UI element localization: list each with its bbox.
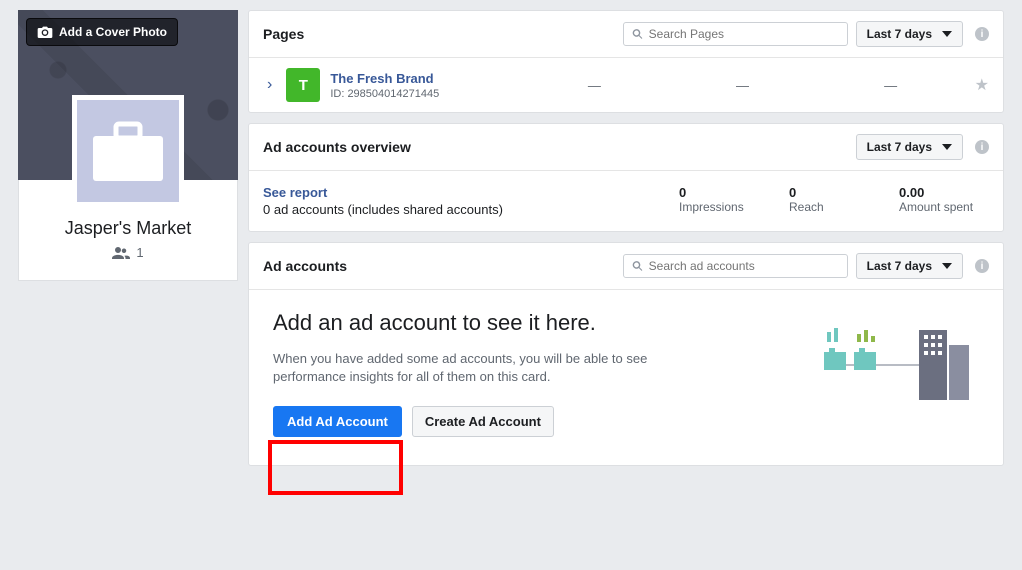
empty-state-title: Add an ad account to see it here. (273, 310, 759, 336)
chevron-down-icon (942, 263, 952, 269)
briefcase-icon (88, 116, 168, 186)
cover-photo-area: Add a Cover Photo (18, 10, 238, 180)
pages-range-dropdown[interactable]: Last 7 days (856, 21, 963, 47)
metric-amount-spent: 0.00 Amount spent (899, 185, 989, 217)
info-icon[interactable]: i (975, 140, 989, 154)
overview-title: Ad accounts overview (263, 139, 411, 155)
info-icon[interactable]: i (975, 27, 989, 41)
page-id: ID: 298504014271445 (330, 88, 510, 100)
avatar (72, 95, 184, 207)
page-avatar: T (286, 68, 320, 102)
empty-state-description: When you have added some ad accounts, yo… (273, 350, 673, 386)
add-cover-photo-button[interactable]: Add a Cover Photo (26, 18, 178, 46)
ad-accounts-panel: Ad accounts Last 7 days i Add an ad acco… (248, 242, 1004, 466)
search-icon (632, 28, 643, 40)
pages-title: Pages (263, 26, 304, 42)
main-column: Pages Last 7 days i › T The Fresh Brand … (248, 10, 1004, 466)
sidebar: Add a Cover Photo Jasper's Market 1 (18, 10, 238, 466)
ad-accounts-title: Ad accounts (263, 258, 347, 274)
star-icon[interactable]: ★ (975, 75, 989, 95)
metric-reach: 0 Reach (789, 185, 879, 217)
search-icon (632, 260, 643, 272)
overview-range-dropdown[interactable]: Last 7 days (856, 134, 963, 160)
pages-panel: Pages Last 7 days i › T The Fresh Brand … (248, 10, 1004, 113)
metric-impressions: 0 Impressions (679, 185, 769, 217)
create-ad-account-button[interactable]: Create Ad Account (412, 406, 554, 437)
page-name-link[interactable]: The Fresh Brand (330, 71, 433, 86)
page-metrics: — — — (520, 78, 964, 93)
org-name: Jasper's Market (29, 218, 227, 239)
expand-chevron-icon[interactable]: › (263, 76, 276, 94)
ad-accounts-search-input[interactable] (649, 259, 839, 273)
cover-button-label: Add a Cover Photo (59, 25, 167, 39)
pages-search[interactable] (623, 22, 848, 46)
ad-accounts-range-dropdown[interactable]: Last 7 days (856, 253, 963, 279)
ad-accounts-search[interactable] (623, 254, 848, 278)
overview-subtext: 0 ad accounts (includes shared accounts) (263, 202, 659, 217)
member-count: 1 (29, 245, 227, 260)
people-icon (112, 247, 130, 259)
chevron-down-icon (942, 31, 952, 37)
pages-search-input[interactable] (649, 27, 839, 41)
page-row: › T The Fresh Brand ID: 298504014271445 … (249, 58, 1003, 112)
empty-state-illustration (779, 310, 979, 410)
info-icon[interactable]: i (975, 259, 989, 273)
see-report-link[interactable]: See report (263, 185, 659, 200)
camera-icon (37, 25, 53, 39)
chevron-down-icon (942, 144, 952, 150)
add-ad-account-button[interactable]: Add Ad Account (273, 406, 402, 437)
overview-panel: Ad accounts overview Last 7 days i See r… (248, 123, 1004, 232)
